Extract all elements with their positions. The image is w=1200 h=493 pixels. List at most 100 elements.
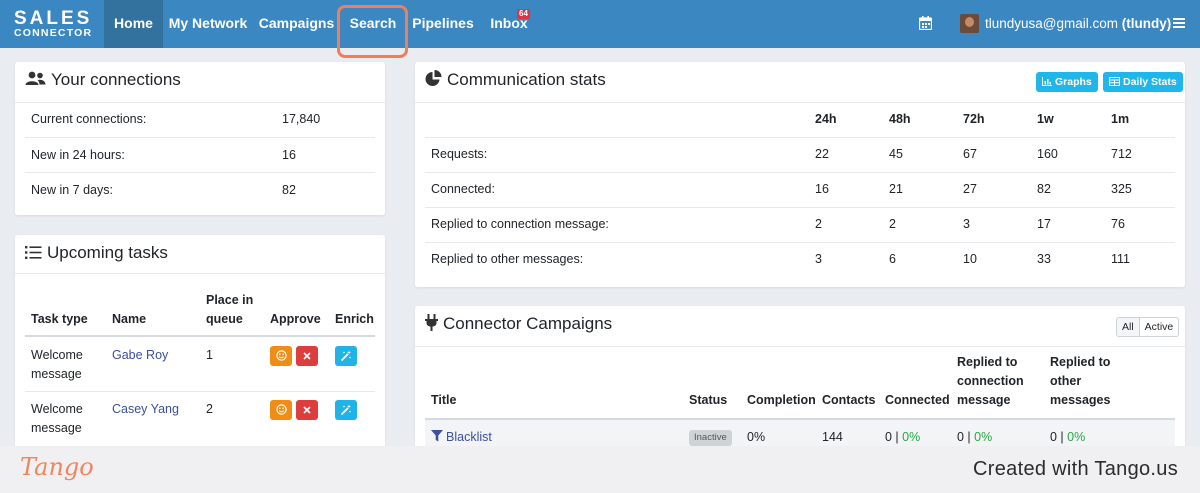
- header-line: connection: [957, 374, 1024, 388]
- nav-my-network[interactable]: My Network: [166, 0, 250, 48]
- tasks-title: Upcoming tasks: [25, 243, 168, 263]
- stats-value: 21: [889, 182, 903, 196]
- col-name: Name: [112, 312, 147, 326]
- daily-stats-button[interactable]: Daily Stats: [1103, 72, 1183, 92]
- approve-button[interactable]: [270, 400, 292, 420]
- campaign-contacts: 144: [822, 430, 843, 444]
- col-enrich: Enrich: [335, 312, 374, 326]
- stats-value: 10: [963, 252, 977, 266]
- status-badge: Inactive: [689, 430, 732, 446]
- task-type: Welcome message: [31, 402, 83, 435]
- list-icon: [25, 246, 42, 259]
- col-title: Title: [431, 393, 457, 407]
- connected-count: 0: [885, 430, 892, 444]
- title-divider: [15, 273, 385, 274]
- campaigns-card: Connector Campaigns All Active Title Sta…: [415, 306, 1185, 455]
- connected-percent: 0%: [902, 430, 921, 444]
- smile-icon: [275, 404, 287, 415]
- filter-active-button[interactable]: Active: [1140, 318, 1179, 336]
- replied-other-count: 0: [1050, 430, 1057, 444]
- magic-wand-icon: [340, 404, 351, 416]
- campaign-filter: All Active: [1116, 317, 1180, 337]
- col-1w: 1w: [1037, 112, 1054, 126]
- row-divider: [25, 391, 375, 392]
- enrich-button[interactable]: [335, 400, 357, 420]
- stats-value: 2: [889, 217, 896, 231]
- col-48h: 48h: [889, 112, 911, 126]
- reject-button[interactable]: [296, 346, 318, 366]
- stats-value: 17: [1037, 217, 1051, 231]
- campaigns-title: Connector Campaigns: [425, 314, 612, 334]
- campaign-title: Blacklist: [446, 430, 492, 444]
- campaign-completion: 0%: [747, 430, 766, 444]
- stats-value: 160: [1037, 147, 1058, 161]
- nav-inbox[interactable]: Inbox 64: [485, 0, 533, 48]
- close-icon: [303, 406, 311, 414]
- header-line: message: [957, 393, 1011, 407]
- campaigns-title-text: Connector Campaigns: [443, 314, 613, 333]
- header-line: Replied to: [957, 355, 1018, 369]
- row-divider: [425, 172, 1175, 173]
- stats-value: 27: [963, 182, 977, 196]
- col-approve: Approve: [270, 312, 321, 326]
- connections-label: Current connections:: [31, 112, 147, 126]
- col-completion: Completion: [747, 393, 816, 407]
- tasks-title-text: Upcoming tasks: [47, 243, 168, 262]
- user-email: tlundyusa@gmail.com: [985, 16, 1119, 31]
- stats-value: 33: [1037, 252, 1051, 266]
- user-avatar[interactable]: [960, 14, 979, 33]
- pie-chart-icon: [425, 70, 442, 86]
- users-icon: [25, 71, 46, 85]
- replied-connection-percent: 0%: [974, 430, 993, 444]
- daily-stats-label: Daily Stats: [1123, 76, 1177, 88]
- task-queue-place: 2: [206, 402, 213, 416]
- magic-wand-icon: [340, 350, 351, 362]
- created-with-tango: Created with Tango.us: [973, 458, 1178, 480]
- col-replied-other: Replied to other messages: [1050, 353, 1110, 410]
- connections-card: Your connections Current connections: 17…: [15, 62, 385, 215]
- title-divider: [415, 346, 1185, 347]
- campaign-title-link[interactable]: Blacklist: [431, 428, 492, 447]
- enrich-button[interactable]: [335, 346, 357, 366]
- reject-button[interactable]: [296, 400, 318, 420]
- connections-label: New in 7 days:: [31, 183, 113, 197]
- stats-value: 45: [889, 147, 903, 161]
- task-queue-place: 1: [206, 348, 213, 362]
- user-account[interactable]: tlundyusa@gmail.com (tlundy): [985, 0, 1171, 48]
- bar-chart-icon: [1042, 77, 1052, 86]
- graphs-button[interactable]: Graphs: [1036, 72, 1098, 92]
- row-divider: [425, 137, 1175, 138]
- sales-connector-logo[interactable]: SALES CONNECTOR: [14, 8, 93, 39]
- plug-icon: [425, 314, 438, 331]
- stats-title-text: Communication stats: [447, 70, 606, 89]
- stats-card: Communication stats Graphs Daily Stats 2…: [415, 62, 1185, 287]
- stats-value: 76: [1111, 217, 1125, 231]
- col-connected: Connected: [885, 393, 950, 407]
- nav-home[interactable]: Home: [104, 0, 163, 48]
- connections-value: 82: [282, 183, 296, 197]
- col-status: Status: [689, 393, 728, 407]
- tango-logo: Tango: [20, 453, 94, 481]
- nav-campaigns[interactable]: Campaigns: [256, 0, 337, 48]
- col-contacts: Contacts: [822, 393, 876, 407]
- stats-row-label: Requests:: [431, 147, 488, 161]
- logo-line-2: CONNECTOR: [14, 27, 93, 39]
- connections-title: Your connections: [25, 70, 181, 90]
- title-divider: [415, 102, 1185, 103]
- campaign-connected: 0 | 0%: [885, 430, 921, 444]
- filter-all-button[interactable]: All: [1117, 318, 1140, 336]
- task-contact-link[interactable]: Casey Yang: [112, 400, 179, 419]
- nav-pipelines[interactable]: Pipelines: [410, 0, 476, 48]
- table-icon: [1109, 77, 1120, 86]
- task-contact-link[interactable]: Gabe Roy: [112, 346, 168, 365]
- stats-row-label: Replied to connection message:: [431, 217, 609, 231]
- approve-button[interactable]: [270, 346, 292, 366]
- menu-icon[interactable]: [1173, 17, 1185, 29]
- task-type: Welcome message: [31, 348, 83, 381]
- connections-title-text: Your connections: [51, 70, 181, 89]
- filter-icon: [431, 430, 443, 442]
- stats-value: 712: [1111, 147, 1132, 161]
- calendar-icon[interactable]: [919, 16, 932, 30]
- stats-title: Communication stats: [425, 70, 606, 90]
- header-line: messages: [1050, 393, 1111, 407]
